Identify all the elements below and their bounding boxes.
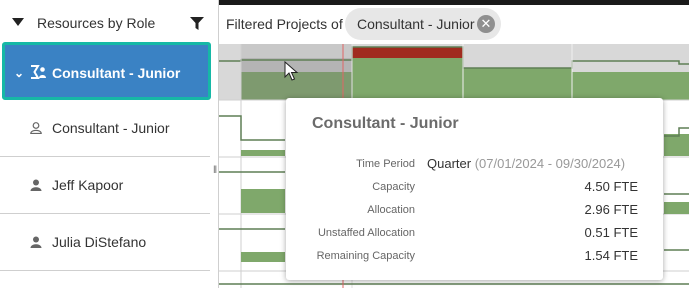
resource-label: Consultant - Junior: [52, 120, 170, 136]
splitter-handle-icon[interactable]: ‖: [213, 165, 217, 176]
resource-row-consultant-junior[interactable]: Consultant - Junior: [0, 100, 210, 157]
tooltip-title: Consultant - Junior: [312, 115, 459, 132]
person-icon: [30, 236, 42, 248]
sidebar-title[interactable]: Resources by Role: [37, 15, 155, 31]
allocation-bar: [241, 252, 285, 262]
allocation-bar: [352, 58, 463, 100]
allocation-bar: [241, 189, 285, 213]
allocation-bar: [572, 72, 689, 100]
tooltip-value: 2.96 FTE: [584, 202, 638, 217]
resource-row-jeff-kapoor[interactable]: Jeff Kapoor: [0, 157, 210, 214]
tooltip-key: Remaining Capacity: [316, 250, 415, 262]
tooltip-row-remaining-capacity: Remaining Capacity 1.54 FTE: [286, 248, 663, 268]
tooltip-row-capacity: Capacity 4.50 FTE: [286, 179, 663, 199]
header-top-border: [219, 0, 689, 5]
role-group-icon: [31, 65, 46, 79]
filter-chip[interactable]: Consultant - Junior ✕: [345, 8, 501, 40]
tooltip-row-allocation: Allocation 2.96 FTE: [286, 202, 663, 222]
resource-row-julia-distefano[interactable]: Julia DiStefano: [0, 214, 210, 271]
resource-label: Jeff Kapoor: [52, 177, 124, 193]
tooltip-period-name: Quarter: [427, 156, 472, 171]
tooltip-key: Time Period: [356, 158, 415, 170]
person-outline-icon: [30, 122, 42, 134]
sidebar-header: Resources by Role: [0, 0, 219, 44]
collapse-caret-icon[interactable]: [12, 18, 24, 26]
tooltip-key: Allocation: [367, 204, 415, 216]
chevron-down-icon[interactable]: ⌄: [14, 66, 24, 80]
close-circle-icon[interactable]: ✕: [477, 15, 495, 33]
filter-icon[interactable]: [190, 17, 204, 30]
capacity-tooltip: Consultant - Junior Time Period Quarter …: [286, 98, 663, 280]
allocation-bar: [664, 202, 689, 214]
over-allocation-bar: [352, 47, 463, 58]
role-group-label: Consultant - Junior: [52, 65, 181, 81]
tooltip-row-time-period: Time Period Quarter (07/01/2024 - 09/30/…: [286, 156, 663, 176]
resource-label: Julia DiStefano: [52, 234, 147, 250]
allocation-bar: [463, 68, 572, 100]
allocation-bar: [241, 72, 352, 100]
tooltip-value: 4.50 FTE: [584, 179, 638, 194]
selected-period-top: [241, 44, 352, 58]
tooltip-value: 1.54 FTE: [584, 248, 638, 263]
tooltip-period-range: (07/01/2024 - 09/30/2024): [474, 156, 626, 171]
allocation-bar: [664, 134, 689, 156]
tooltip-period-value: Quarter (07/01/2024 - 09/30/2024): [427, 156, 625, 171]
capacity-line: [219, 115, 285, 141]
tooltip-value: 0.51 FTE: [584, 225, 638, 240]
allocation-bar: [241, 150, 285, 156]
tooltip-row-unstaffed-allocation: Unstaffed Allocation 0.51 FTE: [286, 225, 663, 245]
role-group-consultant-junior[interactable]: ⌄ Consultant - Junior: [2, 42, 211, 100]
tooltip-key: Unstaffed Allocation: [317, 227, 415, 239]
person-icon: [30, 179, 42, 191]
filter-chip-label: Consultant - Junior: [357, 16, 475, 32]
resource-sidebar: Resources by Role ⌄ Consultant - Junior …: [0, 0, 219, 288]
tooltip-key: Capacity: [372, 181, 415, 193]
filtered-projects-label: Filtered Projects of: [226, 16, 343, 32]
